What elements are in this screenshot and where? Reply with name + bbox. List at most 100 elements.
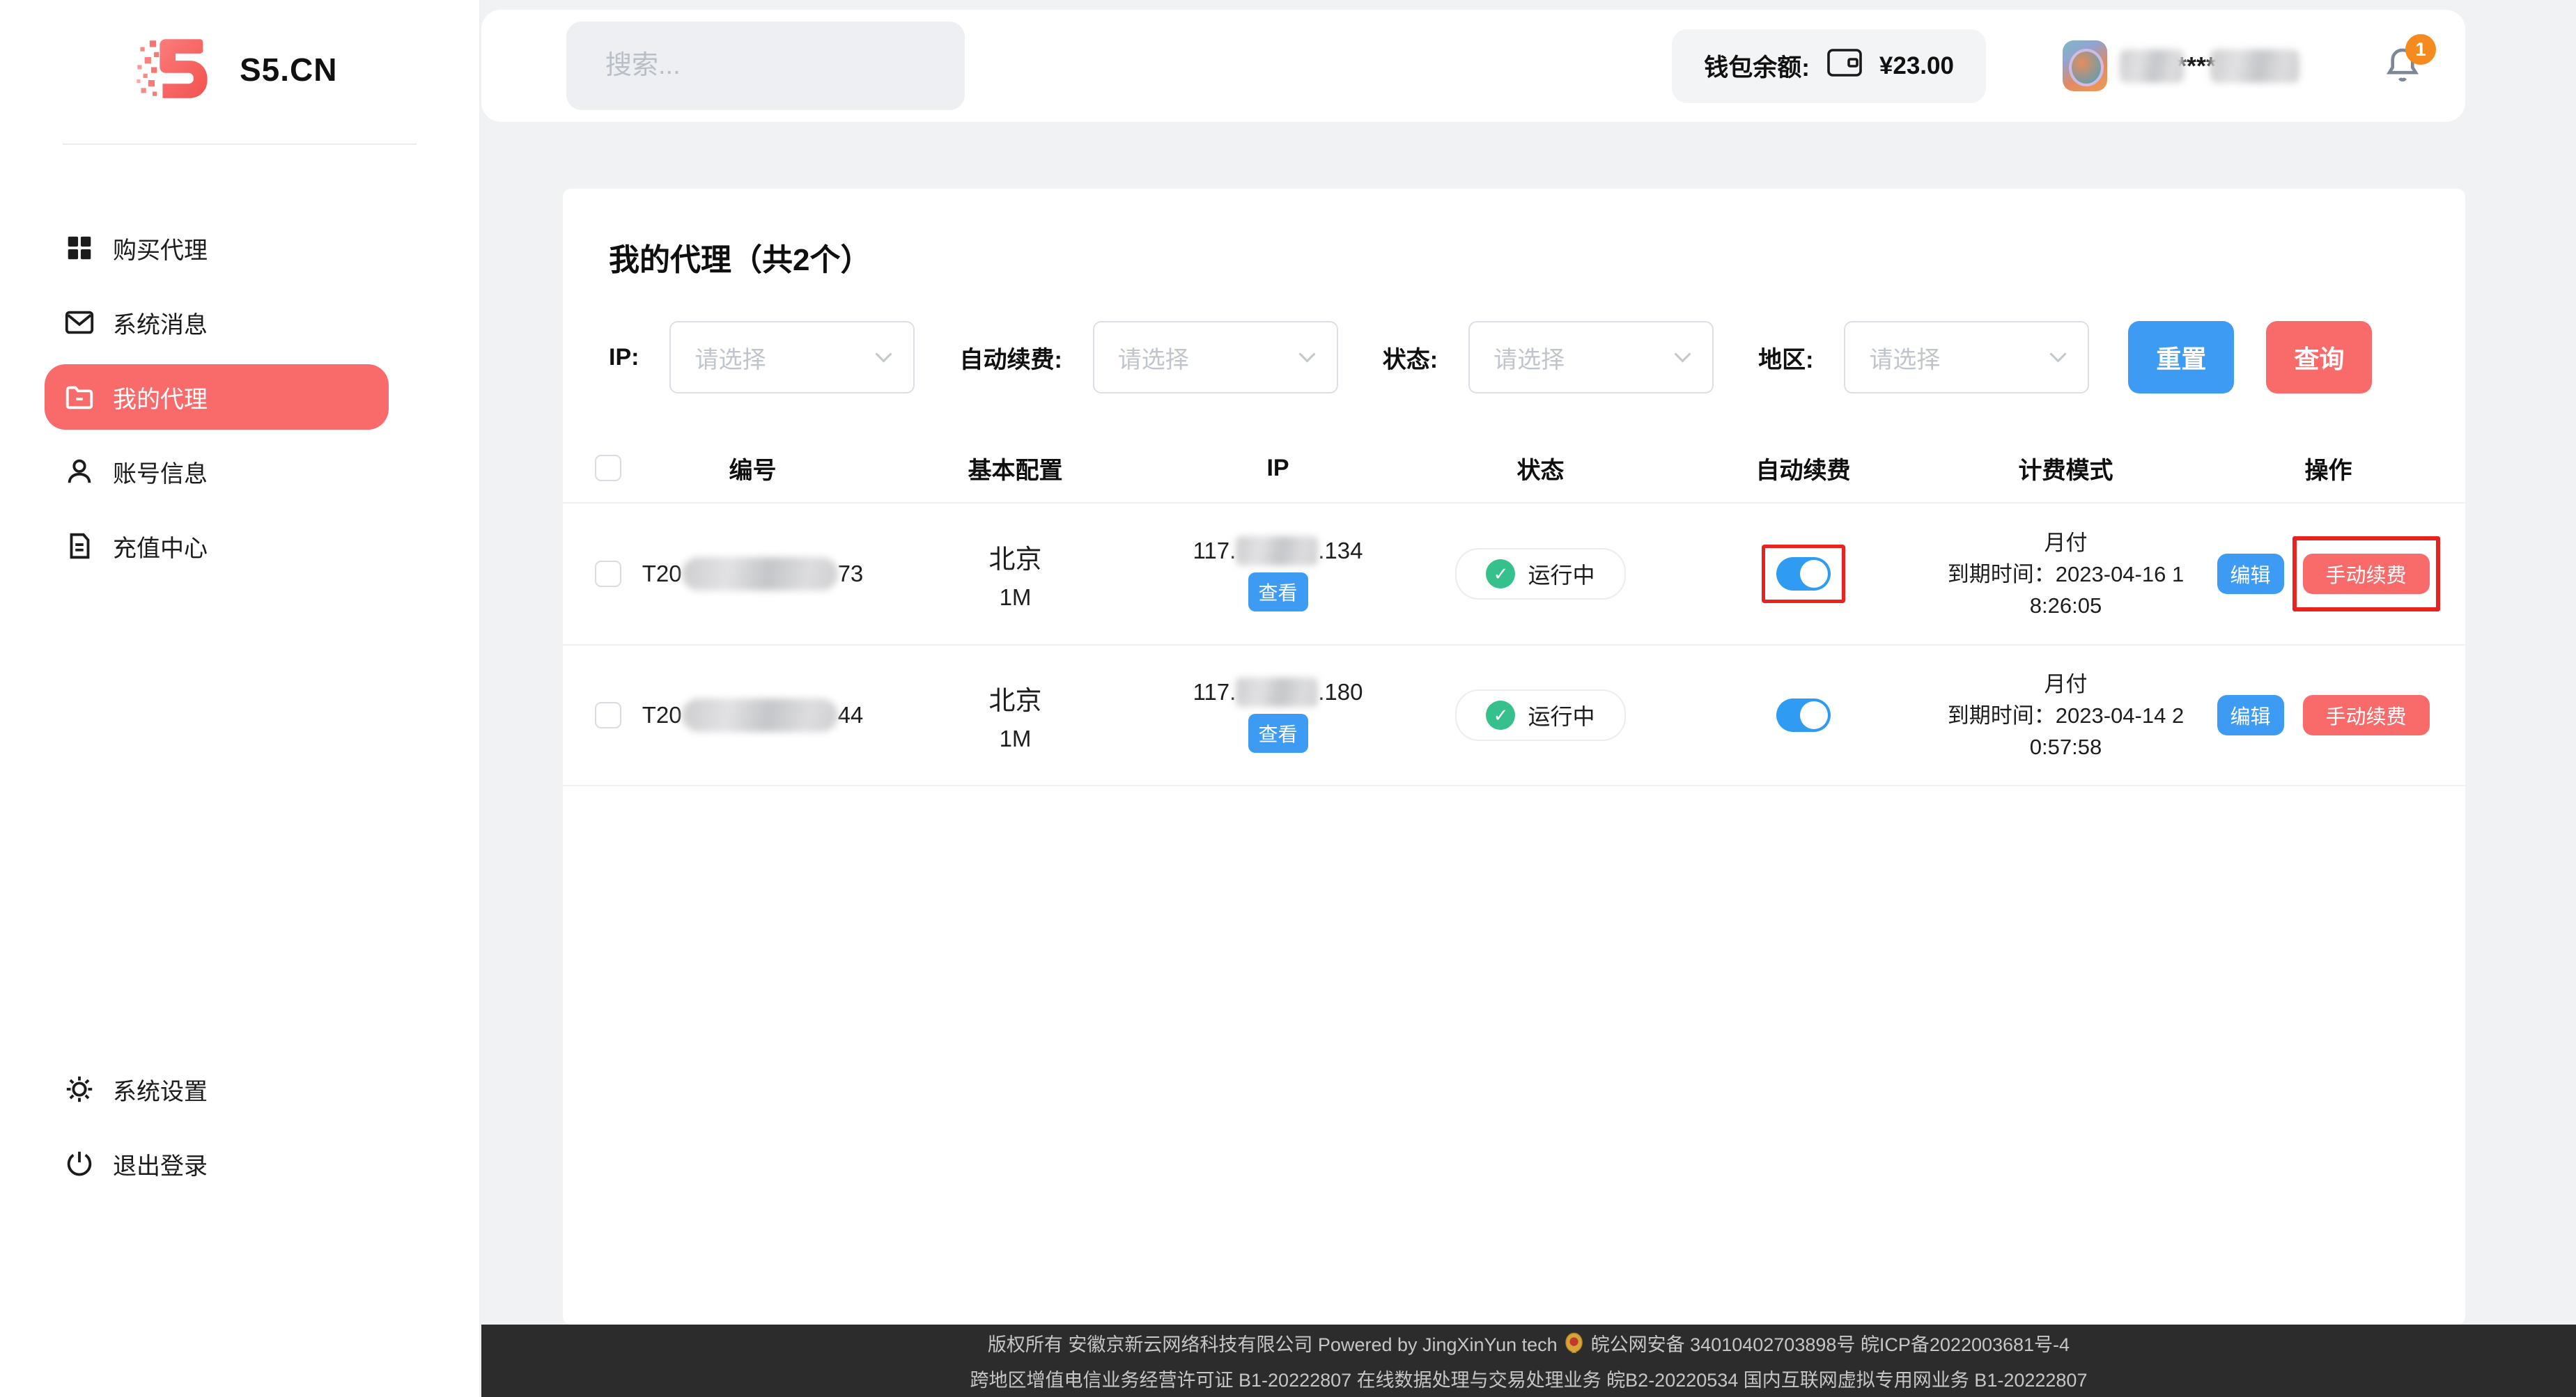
- view-ip-button[interactable]: 查看: [1248, 572, 1308, 611]
- auto-renew-toggle[interactable]: [1776, 698, 1831, 732]
- footer-line-1: 版权所有 安徽京新云网络科技有限公司 Powered by JingXinYun…: [988, 1329, 2070, 1357]
- status-badge: ✓ 运行中: [1455, 689, 1625, 741]
- ip-prefix: 117.: [1193, 679, 1236, 705]
- header-billing: 计费模式: [1934, 451, 2197, 485]
- sidebar-item-recharge-center[interactable]: 充值中心: [45, 513, 389, 579]
- renew-wrap: 手动续费: [2292, 678, 2440, 753]
- sidebar-nav-bottom: 系统设置 退出登录: [45, 1056, 389, 1196]
- ip-prefix: 117.: [1193, 538, 1236, 564]
- logo-icon: [123, 35, 227, 104]
- table-header-row: 编号 基本配置 IP 状态 自动续费 计费模式 操作: [563, 434, 2465, 502]
- region-select[interactable]: 请选择: [1844, 321, 2089, 393]
- mail-icon: [63, 306, 96, 339]
- sidebar-item-buy-proxy[interactable]: 购买代理: [45, 215, 389, 281]
- billing-cell: 月付 到期时间：2023-04-14 20:57:58: [1934, 669, 2197, 763]
- chevron-down-icon: [2050, 345, 2067, 362]
- avatar[interactable]: [2063, 40, 2107, 91]
- folder-icon: [63, 380, 96, 414]
- topbar: 钱包余额: ¥23.00 **** 1: [481, 10, 2465, 122]
- status-badge: ✓ 运行中: [1455, 548, 1625, 600]
- brand-name: S5.CN: [240, 51, 337, 88]
- wallet-icon: [1826, 47, 1863, 85]
- auto-renew-toggle[interactable]: [1776, 557, 1831, 591]
- topbar-right: 钱包余额: ¥23.00 **** 1: [1672, 29, 2422, 103]
- auto-renew-select[interactable]: 请选择: [1093, 321, 1338, 393]
- select-placeholder: 请选择: [1493, 341, 1565, 375]
- proxy-id-cell: T20 44: [621, 698, 884, 732]
- sidebar-item-label: 购买代理: [113, 231, 208, 265]
- wallet-balance: 钱包余额: ¥23.00: [1672, 29, 1986, 103]
- footer: 版权所有 安徽京新云网络科技有限公司 Powered by JingXinYun…: [481, 1325, 2576, 1397]
- expire-time: 到期时间：2023-04-16 18:26:05: [1943, 559, 2189, 621]
- copyright-text: 版权所有 安徽京新云网络科技有限公司 Powered by JingXinYun…: [988, 1329, 1558, 1357]
- ip-suffix: .180: [1318, 679, 1363, 705]
- auto-renew-cell: [1672, 545, 1934, 603]
- grid-icon: [63, 231, 96, 265]
- query-button[interactable]: 查询: [2266, 321, 2372, 393]
- manual-renew-button[interactable]: 手动续费: [2303, 695, 2430, 735]
- ip-select[interactable]: 请选择: [669, 321, 915, 393]
- bandwidth-label: 1M: [1000, 584, 1032, 611]
- status-text: 运行中: [1528, 558, 1595, 590]
- notifications-button[interactable]: 1: [2383, 45, 2422, 87]
- select-all-checkbox[interactable]: [595, 455, 621, 481]
- status-select[interactable]: 请选择: [1468, 321, 1714, 393]
- annotation-box-toggle: [1762, 545, 1845, 603]
- select-placeholder: 请选择: [695, 341, 766, 375]
- header-status: 状态: [1409, 451, 1672, 485]
- view-ip-button[interactable]: 查看: [1248, 714, 1308, 753]
- annotation-box-renew: 手动续费: [2292, 536, 2440, 611]
- select-placeholder: 请选择: [1869, 341, 1940, 375]
- manual-renew-button[interactable]: 手动续费: [2303, 554, 2430, 594]
- notification-badge: 1: [2405, 34, 2436, 65]
- proxy-id-cell: T20 73: [621, 557, 884, 591]
- filter-label-status: 状态:: [1383, 341, 1438, 375]
- ops-cell: 编辑 手动续费: [2197, 536, 2460, 611]
- sidebar-item-label: 退出登录: [113, 1147, 208, 1181]
- document-icon: [63, 529, 96, 563]
- bandwidth-label: 1M: [1000, 726, 1032, 752]
- masked-text: [2120, 49, 2184, 83]
- status-text: 运行中: [1528, 699, 1595, 731]
- icp-text: 皖公网安备 34010402703898号 皖ICP备2022003681号-4: [1591, 1329, 2070, 1357]
- proxy-id-suffix: 44: [838, 702, 864, 728]
- bell-icon: [2383, 78, 2422, 90]
- status-cell: ✓ 运行中: [1409, 689, 1672, 741]
- check-circle-icon: ✓: [1486, 559, 1515, 588]
- sidebar-item-label: 系统消息: [113, 306, 208, 340]
- region-label: 北京: [988, 679, 1041, 717]
- header-ip: IP: [1147, 455, 1409, 482]
- sidebar-item-account-info[interactable]: 账号信息: [45, 439, 389, 504]
- sidebar-item-label: 账号信息: [113, 455, 208, 489]
- content-card: 我的代理（共2个） IP: 请选择 自动续费: 请选择 状态: 请选择 地区: …: [563, 189, 2465, 1325]
- sidebar-item-system-messages[interactable]: 系统消息: [45, 290, 389, 355]
- ip-cell: 117. .180 查看: [1147, 678, 1409, 753]
- row-checkbox[interactable]: [595, 561, 621, 587]
- sidebar-item-label: 充值中心: [113, 529, 208, 563]
- reset-button[interactable]: 重置: [2128, 321, 2234, 393]
- expire-time: 到期时间：2023-04-14 20:57:58: [1943, 700, 2189, 763]
- edit-button[interactable]: 编辑: [2217, 554, 2284, 594]
- region-label: 北京: [988, 538, 1041, 576]
- footer-line-2: 跨地区增值电信业务经营许可证 B1-20222807 在线数据处理与交易处理业务…: [970, 1365, 2088, 1392]
- masked-text: [1236, 678, 1318, 707]
- masked-text: [682, 698, 838, 732]
- sidebar-item-my-proxies[interactable]: 我的代理: [45, 364, 389, 430]
- masked-text: [2210, 49, 2299, 83]
- masked-text: [1236, 536, 1318, 565]
- filter-label-region: 地区:: [1758, 341, 1813, 375]
- sidebar-item-system-settings[interactable]: 系统设置: [45, 1056, 389, 1122]
- ip-value: 117. .134: [1193, 536, 1363, 565]
- select-placeholder: 请选择: [1118, 341, 1189, 375]
- row-checkbox[interactable]: [595, 702, 621, 728]
- search-input[interactable]: [566, 22, 965, 110]
- chevron-down-icon: [1675, 345, 1691, 362]
- username[interactable]: ****: [2120, 49, 2299, 83]
- ip-value: 117. .180: [1193, 678, 1363, 707]
- sidebar-nav: 购买代理 系统消息 我的代理 账号信息 充值中心: [45, 215, 389, 579]
- edit-button[interactable]: 编辑: [2217, 695, 2284, 735]
- proxy-id-prefix: T20: [642, 561, 682, 587]
- sidebar-item-logout[interactable]: 退出登录: [45, 1131, 389, 1196]
- sidebar-item-label: 我的代理: [113, 380, 208, 414]
- filter-label-auto-renew: 自动续费:: [959, 341, 1062, 375]
